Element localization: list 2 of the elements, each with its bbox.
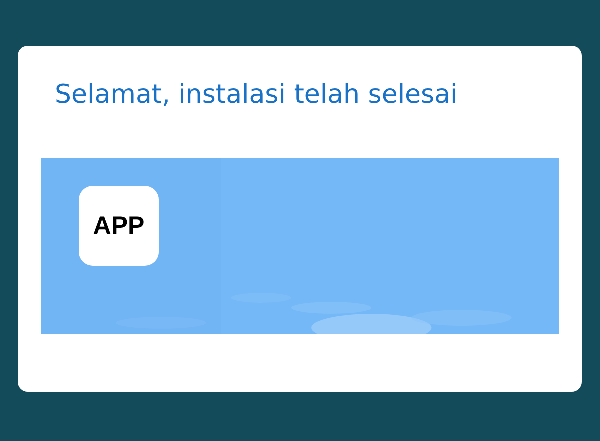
app-logo: APP: [79, 186, 159, 266]
dialog-title: Selamat, instalasi telah selesai: [54, 80, 459, 112]
